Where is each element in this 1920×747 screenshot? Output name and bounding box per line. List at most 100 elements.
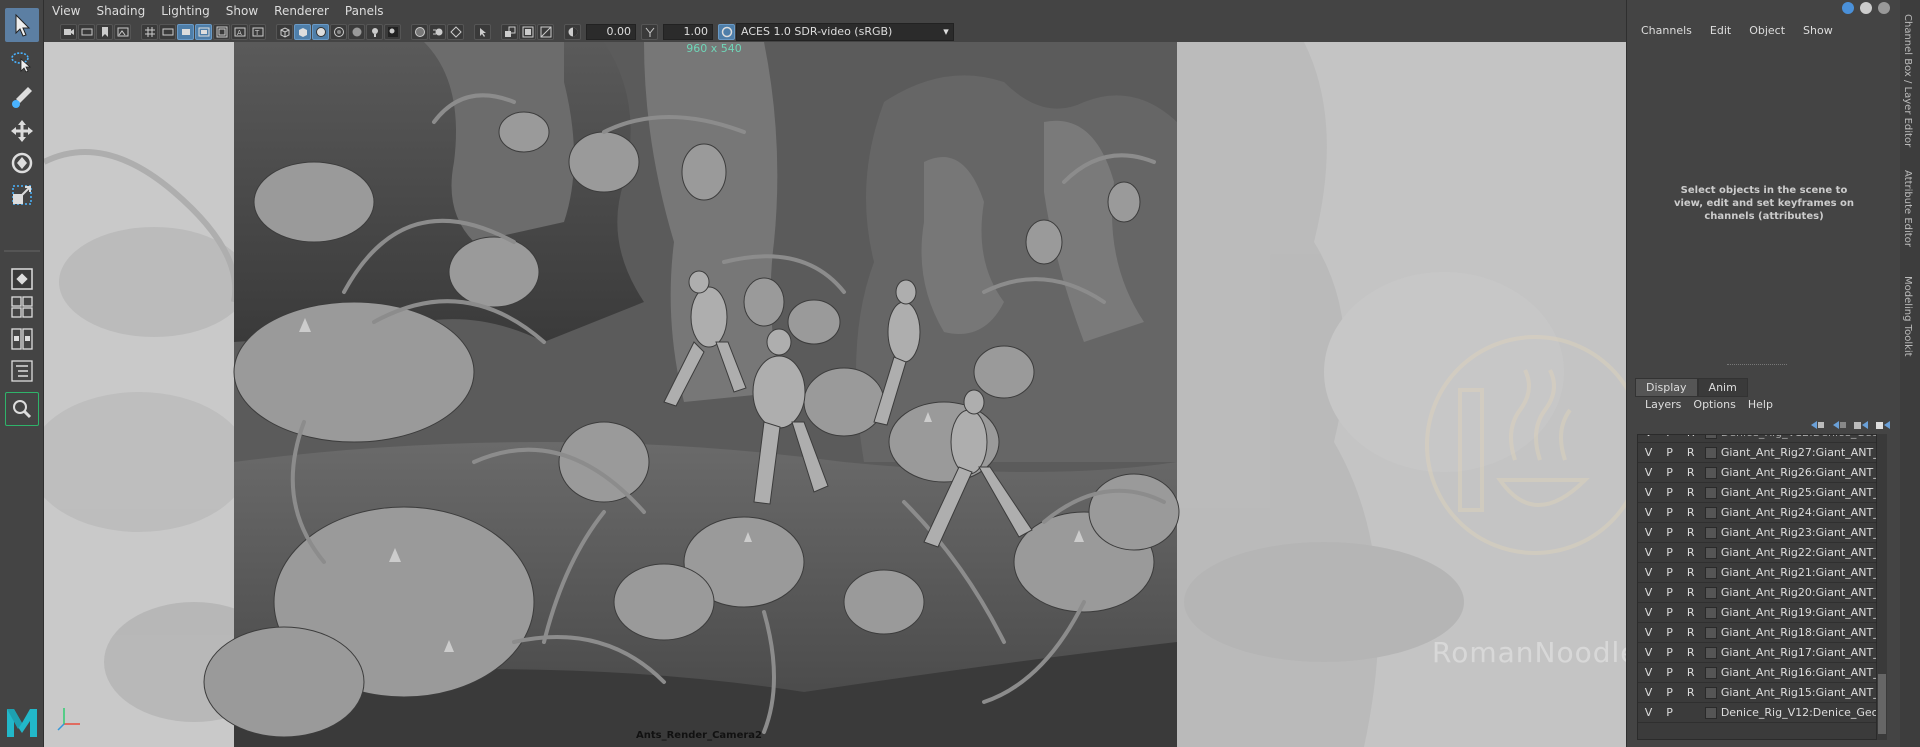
layer-toggle-p[interactable]: P [1659, 646, 1680, 659]
layer-color-swatch[interactable] [1705, 606, 1717, 619]
menu-shading[interactable]: Shading [88, 4, 153, 18]
menu-options[interactable]: Options [1693, 398, 1735, 411]
layer-toggle-r[interactable]: R [1680, 626, 1701, 639]
textured-icon[interactable] [537, 24, 554, 40]
layer-name[interactable]: Giant_Ant_Rig23:Giant_ANT_G [1721, 526, 1876, 539]
new-layer-selected-icon[interactable] [1874, 419, 1892, 431]
layer-toggle-p[interactable]: P [1659, 546, 1680, 559]
layer-row[interactable]: V P R Giant_Ant_Rig17:Giant_ANT_G [1638, 643, 1876, 663]
color-management-icon[interactable] [718, 24, 735, 40]
layer-row[interactable]: V P R Giant_Ant_Rig21:Giant_ANT_G [1638, 563, 1876, 583]
menu-channels[interactable]: Channels [1641, 24, 1692, 37]
layer-row[interactable]: V P R Giant_Ant_Rig22:Giant_ANT_G [1638, 543, 1876, 563]
select-arrow-icon[interactable] [5, 8, 39, 42]
layer-name[interactable]: Giant_Ant_Rig19:Giant_ANT_G [1721, 606, 1876, 619]
gate-mask-icon[interactable] [195, 24, 212, 40]
move-icon[interactable] [5, 114, 39, 148]
layer-color-swatch[interactable] [1705, 686, 1717, 699]
layer-color-swatch[interactable] [1705, 546, 1717, 559]
layer-toggle-r[interactable]: R [1680, 686, 1701, 699]
use-default-material-icon[interactable] [348, 24, 365, 40]
layer-toggle-v[interactable]: V [1638, 646, 1659, 659]
layer-toggle-r[interactable]: R [1680, 546, 1701, 559]
scale-icon[interactable] [5, 178, 39, 212]
layer-row[interactable]: V P Denice_Rig_V12:Denice_Geo_L [1638, 703, 1876, 723]
menu-help[interactable]: Help [1748, 398, 1773, 411]
layer-toggle-v[interactable]: V [1638, 486, 1659, 499]
layer-toggle-v[interactable]: V [1638, 606, 1659, 619]
layer-color-swatch[interactable] [1705, 646, 1717, 659]
layer-color-swatch[interactable] [1705, 526, 1717, 539]
layer-color-swatch[interactable] [1705, 626, 1717, 639]
menu-show-cb[interactable]: Show [1803, 24, 1833, 37]
two-view-icon[interactable] [5, 322, 39, 356]
layer-row[interactable]: V P R Giant_Ant_Rig23:Giant_ANT_G [1638, 523, 1876, 543]
camera-attributes-icon[interactable] [78, 24, 95, 40]
tab-display[interactable]: Display [1635, 378, 1698, 397]
panel-splitter[interactable] [1727, 364, 1787, 368]
layer-toggle-p[interactable]: P [1659, 466, 1680, 479]
layer-row[interactable]: V P R Giant_Ant_Rig19:Giant_ANT_G [1638, 603, 1876, 623]
grid-icon[interactable] [141, 24, 158, 40]
xray-joints-icon[interactable] [501, 24, 518, 40]
menu-edit[interactable]: Edit [1710, 24, 1731, 37]
layer-name[interactable]: Denice_Rig_V12:Denice_Geo_L [1721, 706, 1876, 719]
layer-toggle-v[interactable]: V [1638, 666, 1659, 679]
layer-toggle-r[interactable]: R [1680, 526, 1701, 539]
layer-name[interactable]: Giant_Ant_Rig17:Giant_ANT_G [1721, 646, 1876, 659]
ambient-occlusion-icon[interactable] [411, 24, 428, 40]
layer-row[interactable]: V P R Giant_Ant_Rig26:Giant_ANT_G [1638, 463, 1876, 483]
smooth-shade-icon[interactable] [294, 24, 311, 40]
layer-name[interactable]: Giant_Ant_Rig15:Giant_ANT_G [1721, 686, 1876, 699]
lights-icon[interactable] [366, 24, 383, 40]
menu-lighting[interactable]: Lighting [153, 4, 218, 18]
menu-renderer[interactable]: Renderer [266, 4, 337, 18]
layer-row[interactable]: V P R Giant_Ant_Rig27:Giant_ANT_G [1638, 443, 1876, 463]
layer-name[interactable]: Giant_Ant_Rig25:Giant_ANT_G [1721, 486, 1876, 499]
layer-name[interactable]: Giant_Ant_Rig21:Giant_ANT_G [1721, 566, 1876, 579]
layer-toggle-r[interactable]: R [1680, 466, 1701, 479]
layer-toggle-r[interactable]: R [1680, 646, 1701, 659]
layer-toggle-p[interactable]: P [1659, 446, 1680, 459]
safe-title-icon[interactable]: T [249, 24, 266, 40]
bookmarks-icon[interactable] [96, 24, 113, 40]
layer-toggle-r[interactable]: R [1680, 446, 1701, 459]
settings-icon[interactable] [1878, 2, 1890, 14]
wireframe-on-shaded-icon[interactable] [312, 24, 329, 40]
layer-toggle-p[interactable]: P [1659, 706, 1680, 719]
layer-toggle-v[interactable]: V [1638, 626, 1659, 639]
layer-toggle-v[interactable]: V [1638, 506, 1659, 519]
menu-panels[interactable]: Panels [337, 4, 392, 18]
viewport-canvas[interactable]: 960 x 540 Ants_Render_Camera2 [44, 42, 1626, 747]
layer-toggle-v[interactable]: V [1638, 566, 1659, 579]
layer-name[interactable]: Giant_Ant_Rig20:Giant_ANT_G [1721, 586, 1876, 599]
layer-name[interactable]: Giant_Ant_Rig18:Giant_ANT_G [1721, 626, 1876, 639]
layer-row[interactable]: V P R Giant_Ant_Rig18:Giant_ANT_G [1638, 623, 1876, 643]
layer-toggle-v[interactable]: V [1638, 466, 1659, 479]
layer-color-swatch[interactable] [1705, 706, 1717, 719]
scrollbar-thumb[interactable] [1878, 674, 1886, 734]
motion-blur-icon[interactable] [429, 24, 446, 40]
lasso-icon[interactable] [5, 44, 39, 78]
help-icon[interactable] [1860, 2, 1872, 14]
safe-action-icon[interactable]: A [231, 24, 248, 40]
isolate-select-icon[interactable] [474, 24, 491, 40]
layer-name[interactable]: Giant_Ant_Rig27:Giant_ANT_G [1721, 446, 1876, 459]
layer-toggle-v[interactable]: V [1638, 686, 1659, 699]
layer-toggle-p[interactable]: P [1659, 526, 1680, 539]
tab-channel-box-layer-editor[interactable]: Channel Box / Layer Editor [1902, 14, 1913, 147]
layer-row[interactable]: V P R Giant_Ant_Rig24:Giant_ANT_G [1638, 503, 1876, 523]
menu-show[interactable]: Show [218, 4, 266, 18]
image-plane-icon[interactable] [114, 24, 131, 40]
layer-toggle-v[interactable]: V [1638, 586, 1659, 599]
layer-toggle-v[interactable]: V [1638, 526, 1659, 539]
layer-toggle-p[interactable]: P [1659, 686, 1680, 699]
new-empty-layer-icon[interactable] [1852, 419, 1870, 431]
layer-color-swatch[interactable] [1705, 566, 1717, 579]
move-layer-up-icon[interactable] [1808, 419, 1826, 431]
tab-modeling-toolkit[interactable]: Modeling Toolkit [1902, 276, 1913, 357]
layer-toggle-r[interactable]: R [1680, 566, 1701, 579]
layer-toggle-p[interactable]: P [1659, 506, 1680, 519]
tab-anim[interactable]: Anim [1697, 378, 1748, 397]
layer-toggle-r[interactable]: R [1680, 586, 1701, 599]
